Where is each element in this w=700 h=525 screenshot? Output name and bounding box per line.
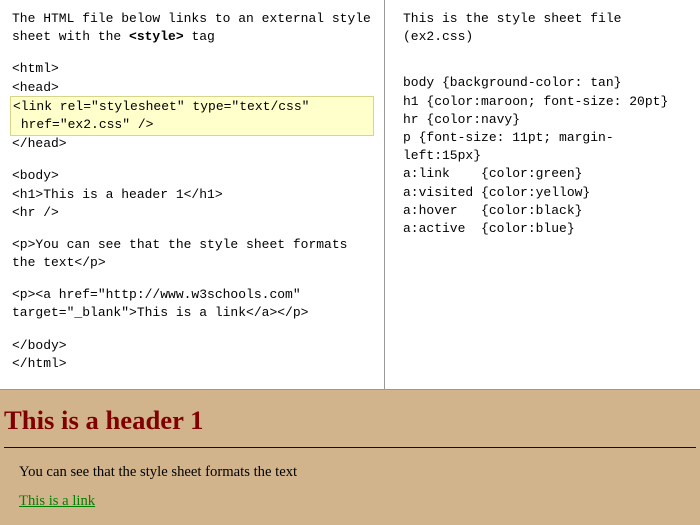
preview-paragraph: You can see that the style sheet formats… (19, 462, 696, 483)
blank-line (403, 60, 688, 74)
css-source-pane: This is the style sheet file (ex2.css) b… (385, 0, 700, 389)
code-line: <html> (12, 60, 372, 78)
html-intro: The HTML file below links to an external… (12, 10, 372, 46)
source-panes: The HTML file below links to an external… (0, 0, 700, 390)
css-line: h1 {color:maroon; font-size: 20pt} (403, 93, 688, 111)
intro-bold-tag: <style> (129, 29, 184, 44)
code-line: </head> (12, 135, 372, 153)
code-line: <head> (12, 79, 372, 97)
css-line: a:active {color:blue} (403, 220, 688, 238)
blank-line (12, 153, 372, 167)
code-line: <p>You can see that the style sheet form… (12, 236, 372, 272)
css-line: a:visited {color:yellow} (403, 184, 688, 202)
rendered-preview: This is a header 1 You can see that the … (0, 390, 700, 525)
code-line: <h1>This is a header 1</h1> (12, 186, 372, 204)
preview-link[interactable]: This is a link (19, 493, 95, 509)
code-line: </html> (12, 355, 372, 373)
blank-line (12, 323, 372, 337)
css-intro: This is the style sheet file (ex2.css) (403, 10, 688, 46)
css-line: a:link {color:green} (403, 165, 688, 183)
css-line: hr {color:navy} (403, 111, 688, 129)
code-line: <link rel="stylesheet" type="text/css" (13, 98, 371, 116)
preview-header: This is a header 1 (4, 402, 696, 439)
code-line: <hr /> (12, 204, 372, 222)
preview-link-paragraph: This is a link (19, 491, 696, 512)
code-line: <p><a href="http://www.w3schools.com" ta… (12, 286, 372, 322)
html-source-pane: The HTML file below links to an external… (0, 0, 385, 389)
document-root: The HTML file below links to an external… (0, 0, 700, 510)
highlighted-link-tag: <link rel="stylesheet" type="text/css" h… (10, 96, 374, 136)
blank-line (12, 222, 372, 236)
intro-text-after: tag (184, 29, 215, 44)
code-line: href="ex2.css" /> (13, 116, 371, 134)
css-line: body {background-color: tan} (403, 74, 688, 92)
css-line: a:hover {color:black} (403, 202, 688, 220)
code-line: <body> (12, 167, 372, 185)
css-line: p {font-size: 11pt; margin-left:15px} (403, 129, 688, 165)
preview-hr (4, 447, 696, 448)
code-line: </body> (12, 337, 372, 355)
blank-line (12, 272, 372, 286)
